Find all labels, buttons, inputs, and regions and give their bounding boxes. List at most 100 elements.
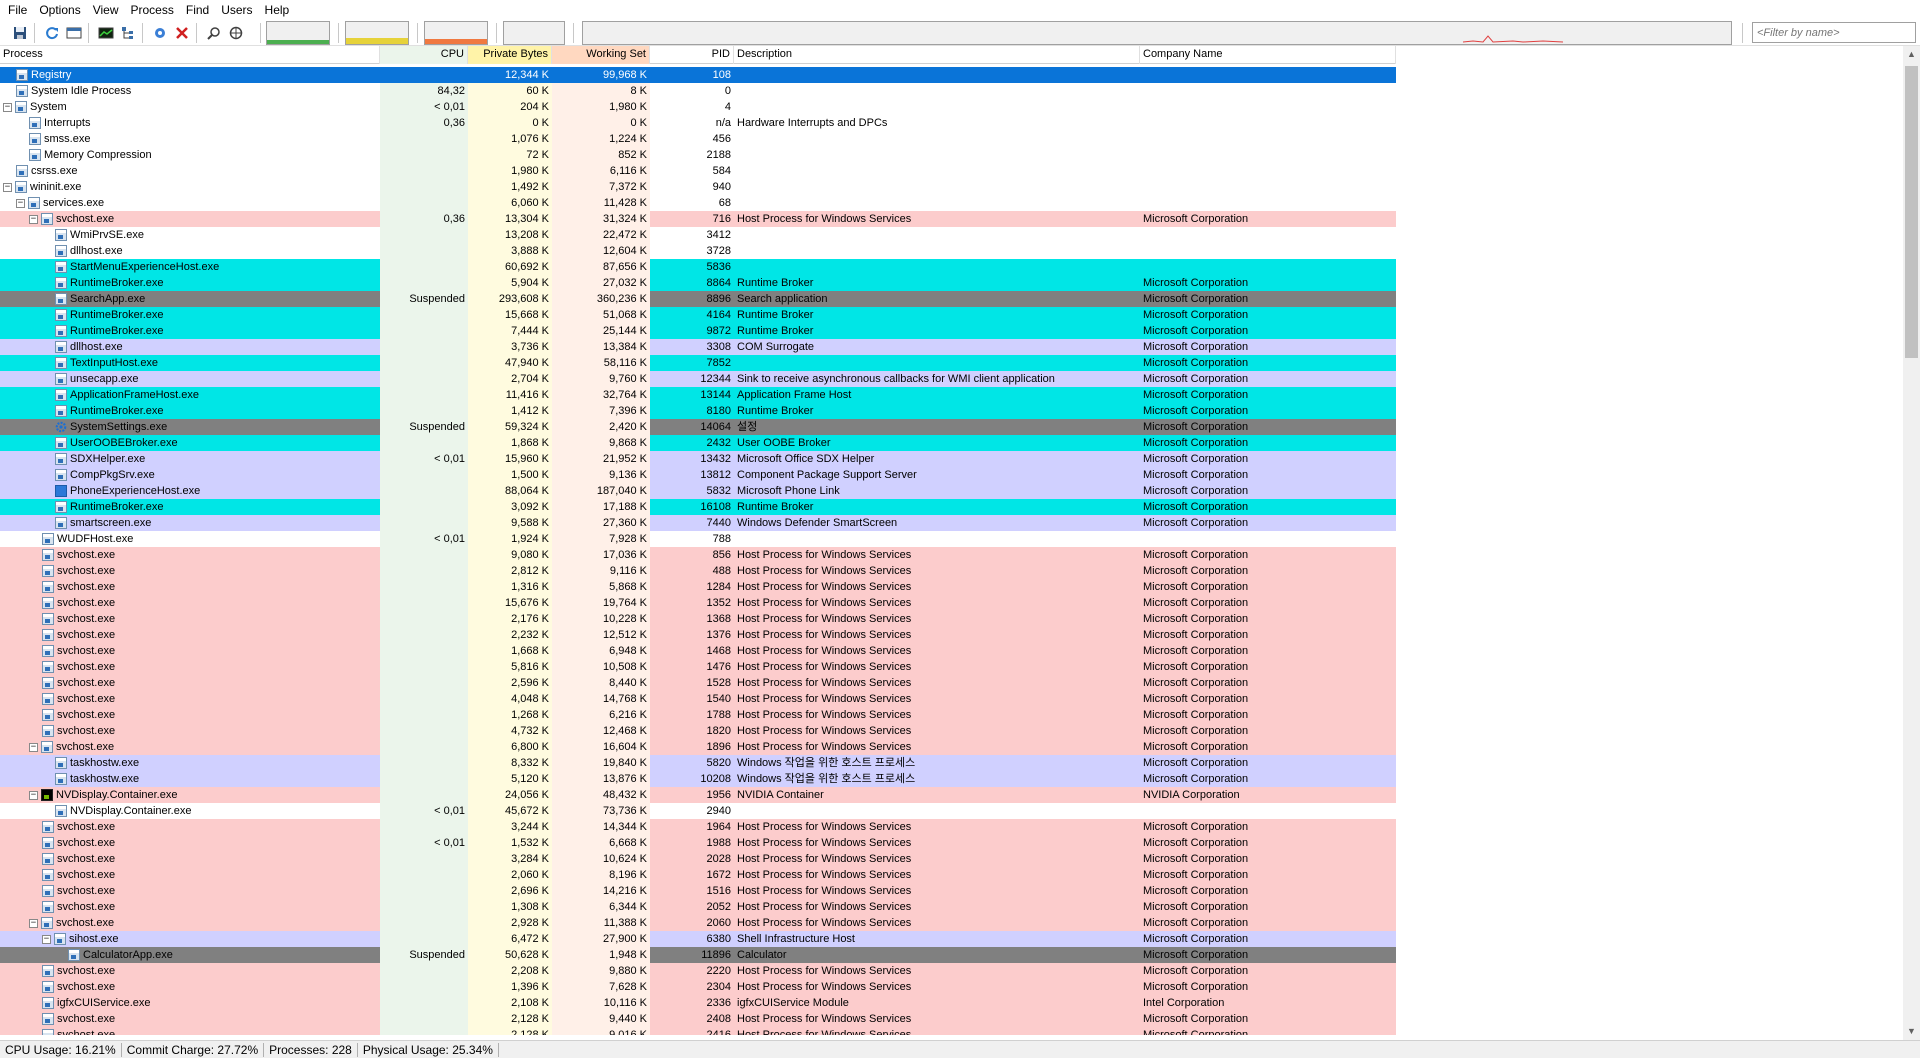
table-row[interactable]: svchost.exe 3,284 K 10,624 K 2028 Host Proce…	[0, 851, 1396, 867]
table-row[interactable]: UserOOBEBroker.exe 1,868 K 9,868 K 2432 User…	[0, 435, 1396, 451]
menu-view[interactable]: View	[89, 0, 127, 20]
table-row[interactable]: − svchost.exe 0,36 13,304 K 31,324 K 716 Host …	[0, 211, 1396, 227]
table-row[interactable]: svchost.exe 2,208 K 9,880 K 2220 Host Proces…	[0, 963, 1396, 979]
collapse-toggle-icon[interactable]: −	[3, 102, 12, 112]
table-row[interactable]: svchost.exe 3,244 K 14,344 K 1964 Host Proce…	[0, 819, 1396, 835]
table-row[interactable]: − sihost.exe 6,472 K 27,900 K 6380 Shell Infr…	[0, 931, 1396, 947]
column-pid[interactable]: PID	[650, 46, 734, 64]
cpu-graph[interactable]	[266, 21, 330, 45]
table-row[interactable]: dllhost.exe 3,888 K 12,604 K 3728	[0, 243, 1396, 259]
table-row[interactable]: ApplicationFrameHost.exe 11,416 K 32,764 K…	[0, 387, 1396, 403]
target-icon[interactable]	[150, 23, 170, 43]
table-row[interactable]: RuntimeBroker.exe 1,412 K 7,396 K 8180 Runti…	[0, 403, 1396, 419]
table-row[interactable]: csrss.exe 1,980 K 6,116 K 584	[0, 163, 1396, 179]
table-row[interactable]: svchost.exe 2,060 K 8,196 K 1672 Host Proces…	[0, 867, 1396, 883]
table-row[interactable]: svchost.exe 2,232 K 12,512 K 1376 Host Proce…	[0, 627, 1396, 643]
collapse-toggle-icon[interactable]: −	[29, 742, 38, 752]
table-row[interactable]: svchost.exe 2,128 K 9,440 K 2408 Host Proces…	[0, 1011, 1396, 1027]
table-row[interactable]: svchost.exe 2,812 K 9,116 K 488 Host Process…	[0, 563, 1396, 579]
table-row[interactable]: igfxCUIService.exe 2,108 K 10,116 K 2336 igf…	[0, 995, 1396, 1011]
sysinfo-icon[interactable]	[96, 23, 116, 43]
table-row[interactable]: Memory Compression 72 K 852 K 2188	[0, 147, 1396, 163]
scroll-thumb[interactable]	[1905, 66, 1918, 358]
scroll-up-icon[interactable]: ▲	[1903, 46, 1920, 63]
table-row[interactable]: CompPkgSrv.exe 1,500 K 9,136 K 13812 Compone…	[0, 467, 1396, 483]
kill-icon[interactable]	[172, 23, 192, 43]
table-row[interactable]: unsecapp.exe 2,704 K 9,760 K 12344 Sink to r…	[0, 371, 1396, 387]
table-row[interactable]: svchost.exe 2,176 K 10,228 K 1368 Host Proce…	[0, 611, 1396, 627]
table-row[interactable]: svchost.exe 9,080 K 17,036 K 856 Host Proces…	[0, 547, 1396, 563]
table-row[interactable]: svchost.exe < 0,01 1,532 K 6,668 K 1988 Host …	[0, 835, 1396, 851]
collapse-toggle-icon[interactable]: −	[3, 182, 12, 192]
table-row[interactable]: svchost.exe 2,596 K 8,440 K 1528 Host Proces…	[0, 675, 1396, 691]
table-row[interactable]: RuntimeBroker.exe 5,904 K 27,032 K 8864 Runt…	[0, 275, 1396, 291]
menu-options[interactable]: Options	[35, 0, 88, 20]
menu-users[interactable]: Users	[217, 0, 260, 20]
collapse-toggle-icon[interactable]: −	[16, 198, 25, 208]
table-row[interactable]: dllhost.exe 3,736 K 13,384 K 3308 COM Surrog…	[0, 339, 1396, 355]
crosshair-icon[interactable]	[226, 23, 246, 43]
collapse-toggle-icon[interactable]: −	[29, 790, 38, 800]
column-description[interactable]: Description	[734, 46, 1140, 64]
table-row[interactable]: StartMenuExperienceHost.exe 60,692 K 87,65…	[0, 259, 1396, 275]
table-row[interactable]: RuntimeBroker.exe 15,668 K 51,068 K 4164 Run…	[0, 307, 1396, 323]
commit-graph[interactable]	[345, 21, 409, 45]
table-row[interactable]: svchost.exe 4,048 K 14,768 K 1540 Host Proce…	[0, 691, 1396, 707]
table-row[interactable]: NVDisplay.Container.exe < 0,01 45,672 K 73,…	[0, 803, 1396, 819]
table-row[interactable]: svchost.exe 2,128 K9,016 K2416Host Proces…	[0, 1027, 1396, 1035]
table-row[interactable]: − svchost.exe 6,800 K 16,604 K 1896 Host Proc…	[0, 739, 1396, 755]
table-row[interactable]: svchost.exe 1,308 K 6,344 K 2052 Host Proces…	[0, 899, 1396, 915]
tree-icon[interactable]	[118, 23, 138, 43]
collapse-toggle-icon[interactable]: −	[29, 918, 38, 928]
table-row[interactable]: WmiPrvSE.exe 13,208 K 22,472 K 3412	[0, 227, 1396, 243]
column-cpu[interactable]: CPU	[380, 46, 468, 64]
table-row[interactable]: − wininit.exe 1,492 K 7,372 K 940	[0, 179, 1396, 195]
table-row[interactable]: RuntimeBroker.exe 3,092 K 17,188 K 16108 Run…	[0, 499, 1396, 515]
table-row[interactable]: smss.exe 1,076 K 1,224 K 456	[0, 131, 1396, 147]
column-company[interactable]: Company Name	[1140, 46, 1396, 64]
table-row[interactable]: svchost.exe 1,396 K 7,628 K 2304 Host Proces…	[0, 979, 1396, 995]
column-private-bytes[interactable]: Private Bytes	[468, 46, 552, 64]
table-row[interactable]: SDXHelper.exe < 0,01 15,960 K 21,952 K 13432…	[0, 451, 1396, 467]
table-row[interactable]: SearchApp.exe Suspended 293,608 K 360,236 K…	[0, 291, 1396, 307]
menu-process[interactable]: Process	[127, 0, 182, 20]
find-icon[interactable]	[204, 23, 224, 43]
collapse-toggle-icon[interactable]: −	[42, 934, 51, 944]
table-row[interactable]: − svchost.exe 2,928 K 11,388 K 2060 Host Proc…	[0, 915, 1396, 931]
menu-help[interactable]: Help	[261, 0, 298, 20]
table-row[interactable]: − System < 0,01 204 K 1,980 K 4	[0, 99, 1396, 115]
save-icon[interactable]	[10, 23, 30, 43]
io-graph[interactable]	[503, 21, 565, 45]
table-row[interactable]: taskhostw.exe 5,120 K 13,876 K 10208 Windows…	[0, 771, 1396, 787]
table-row[interactable]: WUDFHost.exe < 0,01 1,924 K 7,928 K 788	[0, 531, 1396, 547]
column-working-set[interactable]: Working Set	[552, 46, 650, 64]
table-row[interactable]: svchost.exe 4,732 K 12,468 K 1820 Host Proce…	[0, 723, 1396, 739]
table-row[interactable]: − services.exe 6,060 K 11,428 K 68	[0, 195, 1396, 211]
table-row[interactable]: SystemSettings.exe Suspended 59,324 K 2,420…	[0, 419, 1396, 435]
table-row[interactable]: svchost.exe 15,676 K 19,764 K 1352 Host Proc…	[0, 595, 1396, 611]
table-row[interactable]: svchost.exe 5,816 K 10,508 K 1476 Host Proce…	[0, 659, 1396, 675]
table-row[interactable]: smartscreen.exe 9,588 K 27,360 K 7440 Window…	[0, 515, 1396, 531]
table-row[interactable]: svchost.exe 1,668 K 6,948 K 1468 Host Proces…	[0, 643, 1396, 659]
vertical-scrollbar[interactable]: ▲ ▼	[1903, 46, 1920, 1040]
window-icon[interactable]	[64, 23, 84, 43]
table-row[interactable]: Interrupts 0,36 0 K0 Kn/a Hardware Interrup…	[0, 115, 1396, 131]
table-row[interactable]: System Idle Process 84,32 60 K8 K 0	[0, 83, 1396, 99]
network-graph[interactable]	[582, 21, 1732, 45]
refresh-icon[interactable]	[42, 23, 62, 43]
collapse-toggle-icon[interactable]: −	[29, 214, 38, 224]
table-row[interactable]: TextInputHost.exe 47,940 K 58,116 K 7852 Mic…	[0, 355, 1396, 371]
table-row[interactable]: svchost.exe 1,316 K 5,868 K 1284 Host Proces…	[0, 579, 1396, 595]
table-row[interactable]: svchost.exe 2,696 K 14,216 K 1516 Host Proce…	[0, 883, 1396, 899]
table-row[interactable]: RuntimeBroker.exe 7,444 K 25,144 K 9872 Runt…	[0, 323, 1396, 339]
physical-graph[interactable]	[424, 21, 488, 45]
menu-find[interactable]: Find	[182, 0, 217, 20]
table-row[interactable]: svchost.exe 1,268 K 6,216 K 1788 Host Proces…	[0, 707, 1396, 723]
table-row[interactable]: − NVDisplay.Container.exe 24,056 K 48,432 K…	[0, 787, 1396, 803]
table-row[interactable]: Registry 12,344 K 99,968 K 108	[0, 67, 1396, 83]
scroll-down-icon[interactable]: ▼	[1903, 1023, 1920, 1040]
table-row[interactable]: taskhostw.exe 8,332 K 19,840 K 5820 Windows …	[0, 755, 1396, 771]
table-row[interactable]: CalculatorApp.exe Suspended 50,628 K 1,948 …	[0, 947, 1396, 963]
table-row[interactable]: PhoneExperienceHost.exe 88,064 K 187,040 K…	[0, 483, 1396, 499]
filter-input[interactable]	[1752, 22, 1916, 43]
